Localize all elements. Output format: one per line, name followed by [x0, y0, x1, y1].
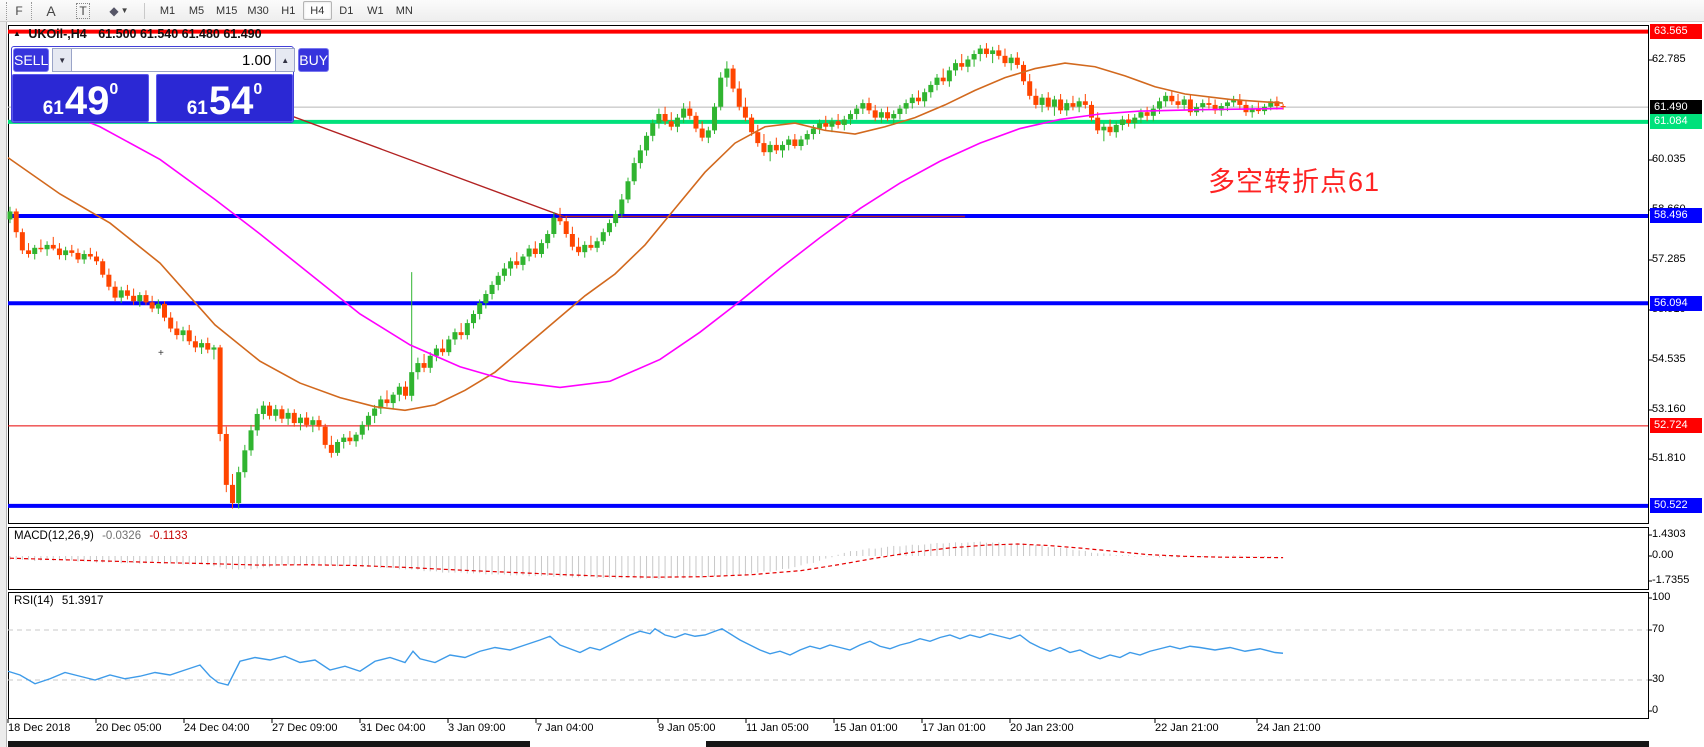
- price-badge: 56.094: [1650, 296, 1702, 311]
- price-axis-label: 57.285: [1652, 253, 1698, 265]
- price-axis-label: 51.810: [1652, 452, 1698, 464]
- date-axis-label: 24 Dec 04:00: [184, 722, 249, 734]
- rsi-scale-label: 70: [1652, 623, 1698, 635]
- price-axis-label: 60.035: [1652, 153, 1698, 165]
- macd-scale-label: -1.7355: [1652, 574, 1698, 586]
- timeframe-button-m5[interactable]: M5: [182, 1, 211, 20]
- date-axis-label: 7 Jan 04:00: [536, 722, 594, 734]
- objects-list-icon[interactable]: ◆ ▼: [102, 2, 136, 20]
- rsi-scale-label: 0: [1652, 704, 1698, 716]
- volume-stepper: ▼ ▲: [52, 48, 295, 72]
- sell-price-pip: 0: [109, 82, 118, 98]
- sell-price-display[interactable]: 61 49 0: [12, 74, 149, 122]
- price-badge: 52.724: [1650, 418, 1702, 433]
- text-a-icon[interactable]: A: [38, 2, 64, 20]
- timeframe-button-h1[interactable]: H1: [274, 1, 303, 20]
- price-badge: 58.496: [1650, 208, 1702, 223]
- timeframe-button-d1[interactable]: D1: [332, 1, 361, 20]
- buy-price-prefix: 61: [187, 99, 208, 118]
- date-axis-label: 15 Jan 01:00: [834, 722, 898, 734]
- window-left-edge: [0, 22, 7, 747]
- objects-glyph: ◆: [109, 4, 118, 18]
- bottom-window-strip-right: [706, 741, 1649, 747]
- timeframe-button-m30[interactable]: M30: [242, 1, 273, 20]
- one-click-trade-panel: SELL ▼ ▲ BUY 61 49 0 61 54 0: [11, 46, 294, 123]
- text-label-icon[interactable]: T: [70, 2, 96, 20]
- date-axis-label: 9 Jan 05:00: [658, 722, 716, 734]
- trade-panel-top-row: SELL ▼ ▲ BUY: [12, 47, 293, 73]
- dropdown-caret-icon: ▼: [121, 6, 129, 15]
- date-axis-label: 18 Dec 2018: [8, 722, 70, 734]
- timeframe-button-mn[interactable]: MN: [390, 1, 419, 20]
- rsi-scale-label: 30: [1652, 673, 1698, 685]
- timeframe-button-h4[interactable]: H4: [303, 1, 332, 20]
- buy-button[interactable]: BUY: [298, 48, 329, 72]
- volume-decrease-button[interactable]: ▼: [52, 48, 72, 72]
- date-axis-label: 24 Jan 21:00: [1257, 722, 1321, 734]
- timeframe-button-m15[interactable]: M15: [211, 1, 242, 20]
- buy-price-pip: 0: [253, 82, 262, 98]
- sell-price-prefix: 61: [43, 99, 64, 118]
- top-toolbar: F A T ◆ ▼ M1M5M15M30H1H4D1W1MN: [0, 0, 1704, 22]
- price-badge: 63.565: [1650, 24, 1702, 39]
- macd-indicator-plot[interactable]: [8, 527, 1649, 590]
- timeframe-button-m1[interactable]: M1: [153, 1, 182, 20]
- buy-price-big: 54: [209, 85, 254, 118]
- date-axis-label: 31 Dec 04:00: [360, 722, 425, 734]
- sell-button[interactable]: SELL: [13, 48, 49, 72]
- macd-scale-label: 1.4303: [1652, 528, 1698, 540]
- price-axis-label: 53.160: [1652, 403, 1698, 415]
- price-axis-label: 58.660: [1652, 203, 1698, 215]
- price-badge: 50.522: [1650, 498, 1702, 513]
- price-axis-label: 62.785: [1652, 53, 1698, 65]
- date-axis-label: 22 Jan 21:00: [1155, 722, 1219, 734]
- timeframe-button-w1[interactable]: W1: [361, 1, 390, 20]
- price-axis-label: 55.910: [1652, 303, 1698, 315]
- rsi-indicator-plot[interactable]: [8, 592, 1649, 719]
- date-axis-label: 17 Jan 01:00: [922, 722, 986, 734]
- date-axis-label: 3 Jan 09:00: [448, 722, 506, 734]
- sell-price-big: 49: [65, 85, 110, 118]
- price-badge: 61.490: [1650, 100, 1702, 115]
- volume-increase-button[interactable]: ▲: [275, 48, 295, 72]
- price-axis-label: 54.535: [1652, 353, 1698, 365]
- macd-scale-label: 0.00: [1652, 549, 1698, 561]
- trade-panel-price-row: 61 49 0 61 54 0: [12, 74, 293, 122]
- rsi-scale-label: 100: [1652, 591, 1698, 603]
- toolbar-separator: [144, 3, 145, 19]
- volume-input[interactable]: [72, 48, 275, 72]
- date-axis-label: 20 Dec 05:00: [96, 722, 161, 734]
- timeframe-button-group: M1M5M15M30H1H4D1W1MN: [153, 1, 419, 20]
- date-axis-label: 27 Dec 09:00: [272, 722, 337, 734]
- buy-price-display[interactable]: 61 54 0: [156, 74, 293, 122]
- text-t-glyph: T: [76, 3, 89, 19]
- trading-terminal-window: F A T ◆ ▼ M1M5M15M30H1H4D1W1MN ▲ UKOil-,…: [0, 0, 1704, 747]
- price-badge: 61.084: [1650, 114, 1702, 129]
- date-axis-label: 11 Jan 05:00: [746, 722, 809, 734]
- bottom-window-strip-left: [8, 741, 530, 747]
- grid-f-icon[interactable]: F: [6, 2, 32, 20]
- date-axis-label: 20 Jan 23:00: [1010, 722, 1074, 734]
